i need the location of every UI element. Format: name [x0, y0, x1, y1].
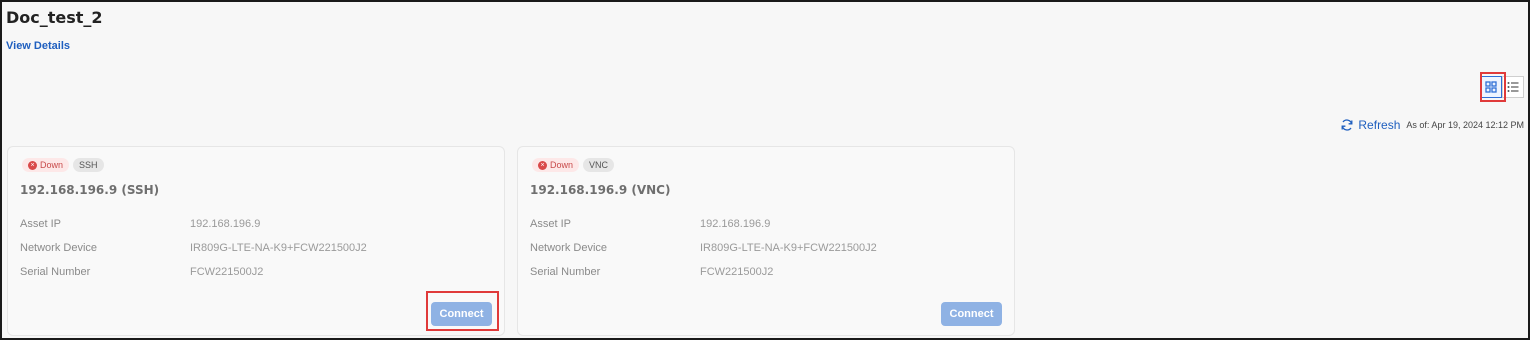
protocol-badge: VNC — [583, 158, 615, 172]
field-label: Network Device — [530, 242, 608, 254]
status-badge: × Down — [22, 158, 70, 172]
field-value: IR809G-LTE-NA-K9+FCW221500J2 — [190, 242, 367, 254]
field-value: 192.168.196.9 — [190, 218, 261, 230]
field-label: Network Device — [20, 242, 98, 254]
field-value: IR809G-LTE-NA-K9+FCW221500J2 — [700, 242, 877, 254]
field-label: Asset IP — [530, 218, 571, 230]
page-frame: Doc_test_2 View Details Refresh As of: A… — [0, 0, 1530, 340]
card-title: 192.168.196.9 (VNC) — [530, 183, 671, 197]
connect-button[interactable]: Connect — [941, 302, 1002, 326]
card-badges: × Down VNC — [532, 158, 615, 172]
refresh-button[interactable]: Refresh — [1340, 118, 1400, 132]
connect-button[interactable]: Connect — [431, 302, 492, 326]
protocol-badge: SSH — [73, 158, 104, 172]
status-label: Down — [40, 160, 64, 170]
refresh-label: Refresh — [1358, 118, 1401, 132]
last-updated-timestamp: As of: Apr 19, 2024 12:12 PM — [1406, 120, 1524, 130]
field-value: FCW221500J2 — [190, 266, 264, 278]
list-icon — [1507, 82, 1519, 92]
refresh-icon — [1341, 119, 1353, 131]
grid-icon — [1485, 81, 1497, 93]
view-details-link[interactable]: View Details — [6, 40, 70, 52]
error-circle-icon: × — [538, 160, 547, 170]
card-title: 192.168.196.9 (SSH) — [20, 183, 160, 197]
field-value: 192.168.196.9 — [700, 218, 771, 230]
error-circle-icon: × — [28, 160, 37, 170]
status-badge: × Down — [532, 158, 580, 172]
list-view-button[interactable] — [1502, 76, 1524, 98]
grid-view-button[interactable] — [1480, 76, 1502, 98]
status-label: Down — [550, 160, 574, 170]
page-title: Doc_test_2 — [6, 8, 103, 27]
field-label: Serial Number — [530, 266, 601, 278]
card-badges: × Down SSH — [22, 158, 104, 172]
field-label: Asset IP — [20, 218, 61, 230]
connection-card-ssh: × Down SSH 192.168.196.9 (SSH) Asset IP … — [7, 146, 505, 336]
refresh-row: Refresh As of: Apr 19, 2024 12:12 PM — [1340, 118, 1524, 132]
connection-card-vnc: × Down VNC 192.168.196.9 (VNC) Asset IP … — [517, 146, 1015, 336]
view-toggle — [1480, 76, 1524, 98]
field-value: FCW221500J2 — [700, 266, 774, 278]
field-label: Serial Number — [20, 266, 91, 278]
